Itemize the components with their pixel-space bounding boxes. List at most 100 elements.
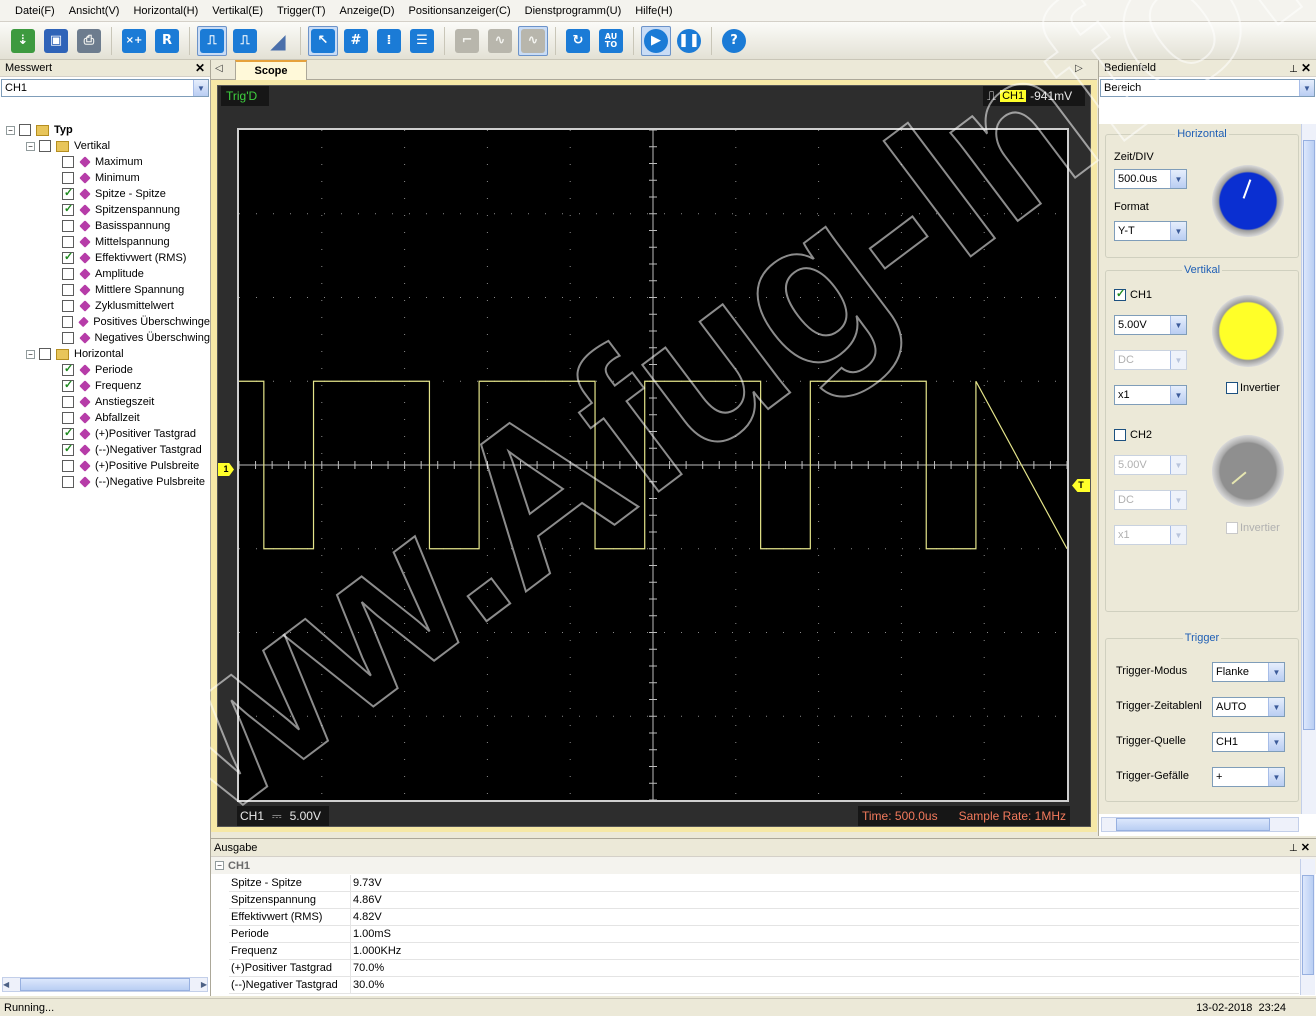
checkbox[interactable] [62, 426, 74, 440]
measure-add-button[interactable]: ×+ [119, 26, 149, 56]
ch2-probe-select[interactable]: x1 ▼ [1114, 525, 1187, 545]
tree-group-vertikal[interactable]: − Vertikal [0, 138, 210, 154]
menu-item[interactable]: Vertikal(E) [205, 0, 270, 22]
tree-item[interactable]: Mittlere Spannung [0, 282, 210, 298]
menu-item[interactable]: Horizontal(H) [126, 0, 205, 22]
checkbox[interactable] [62, 284, 74, 296]
tree-item[interactable]: Abfallzeit [0, 410, 210, 426]
close-icon[interactable]: ✕ [195, 61, 205, 75]
checkbox[interactable] [62, 396, 74, 408]
checkbox[interactable] [62, 378, 74, 392]
zeit-div-select[interactable]: 500.0us ▼ [1114, 169, 1187, 189]
tree-item[interactable]: (--)Negativer Tastgrad [0, 442, 210, 458]
table-row[interactable]: Effektivwert (RMS) 4.82V [229, 909, 1299, 926]
sine-gray-button[interactable]: ∿ [485, 26, 515, 56]
control-panel-horizontal-scrollbar[interactable] [1101, 817, 1299, 832]
ch2-invert-checkbox[interactable] [1226, 522, 1238, 534]
scope-grid[interactable] [237, 128, 1069, 802]
ch1-coupling-select[interactable]: DC ▼ [1114, 350, 1187, 370]
tree-item[interactable]: Anstiegszeit [0, 394, 210, 410]
tree-item[interactable]: Basisspannung [0, 218, 210, 234]
checkbox[interactable] [62, 172, 74, 184]
ch1-volts-knob[interactable] [1212, 295, 1284, 367]
tree-item[interactable]: Maximum [0, 154, 210, 170]
menu-item[interactable]: Positionsanzeiger(C) [402, 0, 518, 22]
tree-item[interactable]: Periode [0, 362, 210, 378]
tree-item[interactable]: Spitze - Spitze [0, 186, 210, 202]
pin-icon[interactable]: ⊥ [1289, 64, 1298, 75]
tree-item[interactable]: Amplitude [0, 266, 210, 282]
run-button[interactable]: ▶ [641, 25, 671, 56]
menu-item[interactable]: Anzeige(D) [333, 0, 402, 22]
tree-item[interactable]: Spitzenspannung [0, 202, 210, 218]
ramp-button[interactable]: ⎍ [230, 26, 260, 56]
save-button[interactable]: ▣ [41, 26, 71, 56]
output-vertical-scrollbar[interactable] [1300, 859, 1315, 995]
tree-item[interactable]: Mittelspannung [0, 234, 210, 250]
vertical-lines-button[interactable]: ⁞ [374, 26, 404, 56]
tree-item[interactable]: Positives Überschwinge [0, 314, 210, 330]
table-row[interactable]: (--)Negativer Tastgrad 30.0% [229, 977, 1299, 994]
dashed-lines-button[interactable]: ☰ [407, 26, 437, 56]
tree-item[interactable]: Negatives Überschwing [0, 330, 210, 346]
tree-group-horizontal[interactable]: − Horizontal [0, 346, 210, 362]
checkbox[interactable] [62, 476, 74, 488]
scroll-thumb[interactable] [20, 978, 190, 991]
step-button[interactable]: ⌐ [452, 26, 482, 56]
checkbox[interactable] [62, 412, 74, 424]
tree-item[interactable]: (--)Negative Pulsbreite [0, 474, 210, 490]
close-icon[interactable]: ✕ [1301, 842, 1310, 854]
open-button[interactable]: ⇣ [8, 26, 38, 56]
checkbox[interactable] [62, 300, 74, 312]
tree-item[interactable]: Minimum [0, 170, 210, 186]
ch2-volts-knob[interactable] [1212, 435, 1284, 507]
checkbox[interactable] [19, 124, 31, 136]
table-row[interactable]: Spitze - Spitze 9.73V [229, 875, 1299, 892]
cursor-button[interactable]: ↖ [308, 25, 338, 56]
print-button[interactable]: ⎙ [74, 26, 104, 56]
checkbox[interactable] [62, 316, 74, 328]
menu-item[interactable]: Trigger(T) [270, 0, 332, 22]
ch2-coupling-select[interactable]: DC ▼ [1114, 490, 1187, 510]
collapse-icon[interactable]: − [6, 125, 15, 135]
trigger-gefaelle-select[interactable]: + ▼ [1212, 767, 1285, 787]
checkbox[interactable] [62, 250, 74, 264]
tree-item[interactable]: (+)Positiver Tastgrad [0, 426, 210, 442]
triangle-button[interactable]: ◢ [263, 26, 293, 56]
tab-scope[interactable]: Scope [235, 60, 307, 80]
ch1-checkbox[interactable] [1114, 287, 1126, 301]
table-row[interactable]: Frequenz 1.000KHz [229, 943, 1299, 960]
menu-item[interactable]: Datei(F) [8, 0, 62, 22]
scroll-thumb[interactable] [1303, 140, 1315, 730]
tree-item[interactable]: Effektivwert (RMS) [0, 250, 210, 266]
ch2-volts-select[interactable]: 5.00V ▼ [1114, 455, 1187, 475]
checkbox[interactable] [62, 332, 74, 344]
range-select[interactable]: Bereich ▼ [1100, 79, 1315, 97]
checkbox[interactable] [62, 156, 74, 168]
collapse-icon[interactable]: − [26, 349, 35, 359]
scroll-left-icon[interactable]: ◀ [3, 980, 9, 989]
output-channel-group[interactable]: − CH1 [211, 857, 1316, 874]
pulse-button[interactable]: ⎍ [197, 25, 227, 56]
tree-item[interactable]: Frequenz [0, 378, 210, 394]
ch1-invert-checkbox[interactable] [1226, 382, 1238, 394]
reference-button[interactable]: R [152, 26, 182, 56]
menu-item[interactable]: Hilfe(H) [628, 0, 679, 22]
timebase-knob[interactable] [1212, 165, 1284, 237]
tab-scroll-right-icon[interactable]: ▷ [1075, 63, 1083, 74]
scroll-thumb[interactable] [1116, 818, 1270, 831]
checkbox[interactable] [62, 442, 74, 456]
checkbox[interactable] [62, 186, 74, 200]
trigger-modus-select[interactable]: Flanke ▼ [1212, 662, 1285, 682]
scroll-right-icon[interactable]: ▶ [201, 980, 207, 989]
checkbox[interactable] [62, 202, 74, 216]
menu-item[interactable]: Dienstprogramm(U) [518, 0, 629, 22]
table-row[interactable]: Periode 1.00mS [229, 926, 1299, 943]
channel-select[interactable]: CH1 ▼ [1, 79, 209, 97]
help-button[interactable]: ? [719, 26, 749, 56]
horizontal-scrollbar[interactable]: ◀ ▶ [2, 977, 208, 992]
table-row[interactable]: Spitzenspannung 4.86V [229, 892, 1299, 909]
auto-button[interactable]: AU TO [596, 26, 626, 56]
pin-icon[interactable]: ⊥ [1289, 843, 1298, 854]
checkbox[interactable] [62, 236, 74, 248]
